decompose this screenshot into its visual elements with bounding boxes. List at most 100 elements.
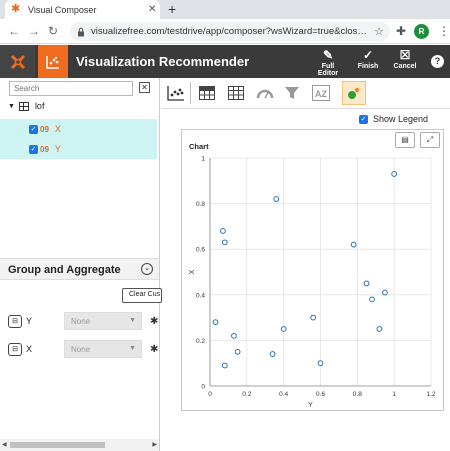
url-field[interactable]: visualizefree.com/testdrive/app/composer… (70, 22, 390, 41)
app-favicon-icon: ✱ (11, 3, 21, 15)
group-aggregate-title: Group and Aggregate (8, 264, 121, 276)
table-name: lof (34, 101, 45, 111)
aggregation-select[interactable]: None ▼ (64, 340, 142, 358)
dropdown-arrow-icon: ▼ (129, 345, 136, 352)
chart-panel: Chart ▤ ⤢ 0 0.2 0.4 0.6 0.8 1 1.2 0 0.2 0.4 0.6 0.8… (181, 129, 444, 411)
clear-search-icon[interactable]: ✕ (139, 82, 150, 93)
x-axis-label: Y (308, 402, 313, 409)
new-tab-icon[interactable]: + (168, 1, 176, 17)
back-icon[interactable]: ← (8, 24, 20, 38)
y-tick-label: 0 (201, 384, 205, 391)
data-point (280, 326, 287, 332)
x-tick-label: 1.2 (426, 391, 435, 398)
data-point (234, 348, 241, 355)
field-row-x[interactable]: ✓ 09 X (0, 119, 157, 139)
y-tick-label: 1 (201, 156, 205, 163)
help-icon[interactable]: ? (431, 55, 444, 68)
aggregation-select[interactable]: None ▼ (64, 312, 142, 330)
chart-wizard-icon (38, 45, 68, 78)
numeric-type-icon: 09 (40, 124, 49, 134)
reload-icon[interactable]: ↻ (48, 24, 58, 38)
data-point (310, 314, 317, 321)
scroll-left-icon[interactable]: ◀ (2, 441, 7, 448)
x-tick-label: 0.2 (242, 391, 251, 398)
data-point (376, 326, 383, 332)
forward-icon[interactable]: → (28, 24, 40, 38)
chart-type-toolbar: AZ (162, 78, 450, 109)
crosstab-icon[interactable] (224, 81, 248, 105)
x-tick-label: 0.4 (279, 391, 288, 398)
search-input[interactable] (9, 81, 133, 96)
x-tick-label: 0.8 (353, 391, 362, 398)
dropdown-arrow-icon: ▼ (129, 317, 136, 324)
data-point (350, 241, 357, 248)
field-row-y[interactable]: ✓ 09 Y (0, 139, 157, 159)
dimension-icon[interactable]: ⊟ (8, 314, 22, 328)
url-text: visualizefree.com/testdrive/app/composer… (91, 26, 367, 37)
x-tick-label: 1 (392, 391, 396, 398)
page-title: Visualization Recommender (76, 54, 250, 69)
full-editor-button[interactable]: ✎ Full Editor (311, 48, 345, 77)
gauge-icon[interactable] (253, 81, 277, 105)
aggregation-row-x: ⊟ X None ▼ ✱ (8, 340, 158, 358)
finish-button[interactable]: ✓ Finish (351, 48, 385, 70)
numeric-type-icon: 09 (40, 144, 49, 154)
close-tab-icon[interactable]: ✕ (148, 4, 160, 15)
scrollbar-thumb[interactable] (10, 442, 105, 448)
y-tick-label: 0.2 (196, 338, 205, 345)
address-bar: ← → ↻ visualizefree.com/testdrive/app/co… (0, 19, 450, 44)
cancel-button[interactable]: ☒ Cancel (388, 48, 422, 70)
group-aggregate-header[interactable]: Group and Aggregate ⌄ (0, 258, 159, 280)
collapse-chevron-icon[interactable]: ⌄ (141, 263, 153, 275)
legend-checkbox[interactable]: ✓ (359, 114, 368, 124)
data-point (219, 228, 226, 234)
data-point (212, 319, 219, 326)
settings-icon[interactable]: ✱ (150, 316, 158, 327)
horizontal-scrollbar[interactable]: ◀ ▶ (0, 439, 159, 451)
data-point (221, 362, 228, 369)
show-legend-label: Show Legend (373, 114, 429, 124)
app-header: Visualization Recommender ✎ Full Editor … (0, 45, 450, 78)
tools-logo-icon[interactable] (0, 45, 35, 78)
tab-title: Visual Composer (28, 4, 97, 15)
data-point (382, 289, 388, 296)
field-checkbox[interactable]: ✓ (29, 144, 38, 154)
aggregation-row-y: ⊟ Y None ▼ ✱ (8, 312, 158, 330)
data-point (231, 332, 237, 339)
bookmark-star-icon[interactable]: ☆ (374, 25, 384, 38)
show-legend-toggle[interactable]: ✓ Show Legend (359, 114, 428, 124)
table-view-icon[interactable] (195, 81, 219, 105)
data-point (317, 360, 324, 367)
menu-icon[interactable]: ⋮ (438, 24, 450, 38)
clear-custom-button[interactable]: Clear Cus (122, 288, 162, 303)
x-tick-label: 0.6 (316, 391, 325, 398)
table-icon (18, 101, 29, 111)
table-node[interactable]: ▼ lof (8, 101, 44, 111)
y-tick-label: 0.8 (196, 201, 205, 208)
pencil-icon: ✎ (322, 48, 334, 62)
x-tick-label: 0 (208, 391, 212, 398)
settings-icon[interactable]: ✱ (150, 344, 158, 355)
scroll-right-icon[interactable]: ▶ (152, 441, 157, 448)
recommend-chart-icon[interactable] (164, 81, 188, 105)
field-name: X (54, 124, 61, 134)
text-widget-icon[interactable]: AZ (309, 81, 333, 105)
scatter-plot: 0 0.2 0.4 0.6 0.8 1 1.2 0 0.2 0.4 0.6 0.8 1 Y X (189, 156, 436, 410)
bubble-chart-icon[interactable] (342, 81, 366, 105)
fields-panel: ✕ ▼ lof ✓ 09 X ✓ 09 Y Group and Aggregat… (0, 78, 162, 451)
close-box-icon: ☒ (399, 48, 411, 62)
profile-avatar[interactable]: R (414, 24, 429, 39)
browser-tab-bar: ✱ Visual Composer ✕ + (0, 0, 450, 19)
data-point (269, 351, 276, 357)
extensions-icon[interactable]: ✚ (396, 24, 406, 38)
dimension-icon[interactable]: ⊟ (8, 342, 22, 356)
lock-icon (78, 27, 84, 36)
data-point (391, 171, 398, 177)
expand-caret-icon[interactable]: ▼ (8, 103, 15, 110)
y-axis-label: X (189, 269, 196, 274)
field-checkbox[interactable]: ✓ (29, 124, 38, 134)
browser-tab[interactable]: ✱ Visual Composer ✕ (5, 0, 160, 19)
funnel-icon[interactable] (280, 81, 304, 105)
y-tick-label: 0.4 (196, 292, 205, 299)
toolbar-divider (190, 82, 191, 104)
